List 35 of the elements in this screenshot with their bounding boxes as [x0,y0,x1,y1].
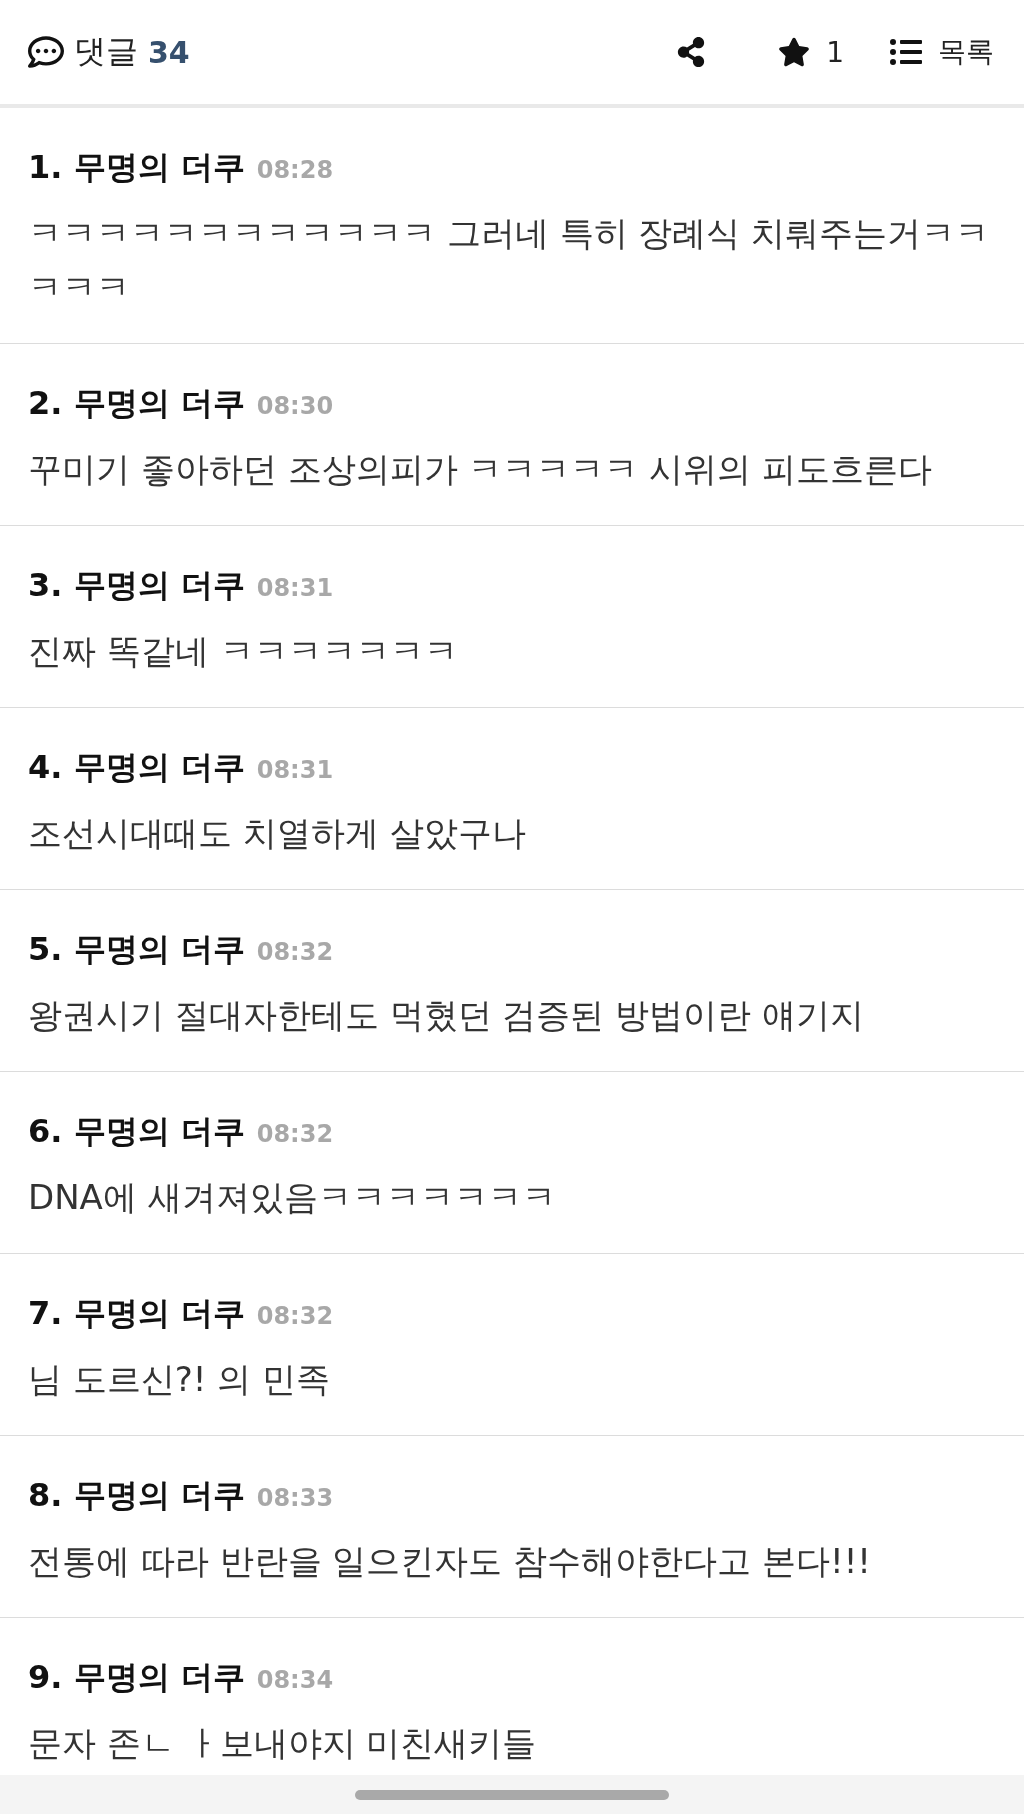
comment-time: 08:28 [256,155,334,184]
comment-text: 문자 존ㄴ ㅏ보내야지 미친새키들 [28,1722,538,1765]
comment-time: 08:31 [256,755,334,784]
share-icon [676,37,707,67]
comment-text: 꾸미기 좋아하던 조상의피가 ㅋㅋㅋㅋㅋ 시위의 피도흐른다 [28,448,934,491]
list-button[interactable]: 목록 [884,25,1000,79]
comment-text: DNA에 새겨져있음ㅋㅋㅋㅋㅋㅋㅋ [28,1176,557,1219]
comment-author: 5. 무명의 더쿠 [28,929,245,970]
comment-author: 2. 무명의 더쿠 [28,383,245,424]
comment-count: 34 [148,34,190,70]
comment-time: 08:31 [256,573,334,602]
comment-author: 8. 무명의 더쿠 [28,1475,245,1516]
comment-author: 1. 무명의 더쿠 [28,147,245,188]
comment-author: 7. 무명의 더쿠 [28,1293,245,1334]
star-icon [778,36,811,68]
comment-author: 6. 무명의 더쿠 [28,1111,245,1152]
comment-time: 08:30 [256,391,334,420]
comment-time: 08:32 [256,1119,334,1148]
comment-text: 조선시대때도 치열하게 살았구나 [28,812,527,855]
comment-text: 전통에 따라 반란을 일으킨자도 참수해야한다고 본다!!! [28,1540,872,1583]
comment-time: 08:34 [256,1665,334,1694]
comment-text: 님 도르신?! 의 민족 [28,1358,332,1401]
comment-text: 왕권시기 절대자한테도 먹혔던 검증된 방법이란 얘기지 [28,994,866,1037]
star-button[interactable]: 1 [772,27,850,77]
comment-author: 9. 무명의 더쿠 [28,1657,245,1698]
comments-label: 댓글 [74,31,138,72]
comment-time: 08:33 [256,1483,334,1512]
list-icon [890,36,922,68]
comment-text: ㅋㅋㅋㅋㅋㅋㅋㅋㅋㅋㅋㅋ 그러네 특히 장례식 치뤄주는거ㅋㅋㅋㅋㅋ [28,212,991,309]
comment-time: 08:32 [256,937,334,966]
comment-author: 3. 무명의 더쿠 [28,565,245,606]
comment-author: 4. 무명의 더쿠 [28,747,245,788]
comment-time: 08:32 [256,1301,334,1330]
speech-bubble-icon [28,34,64,70]
comment-text: 진짜 똑같네 ㅋㅋㅋㅋㅋㅋㅋ [28,630,459,673]
